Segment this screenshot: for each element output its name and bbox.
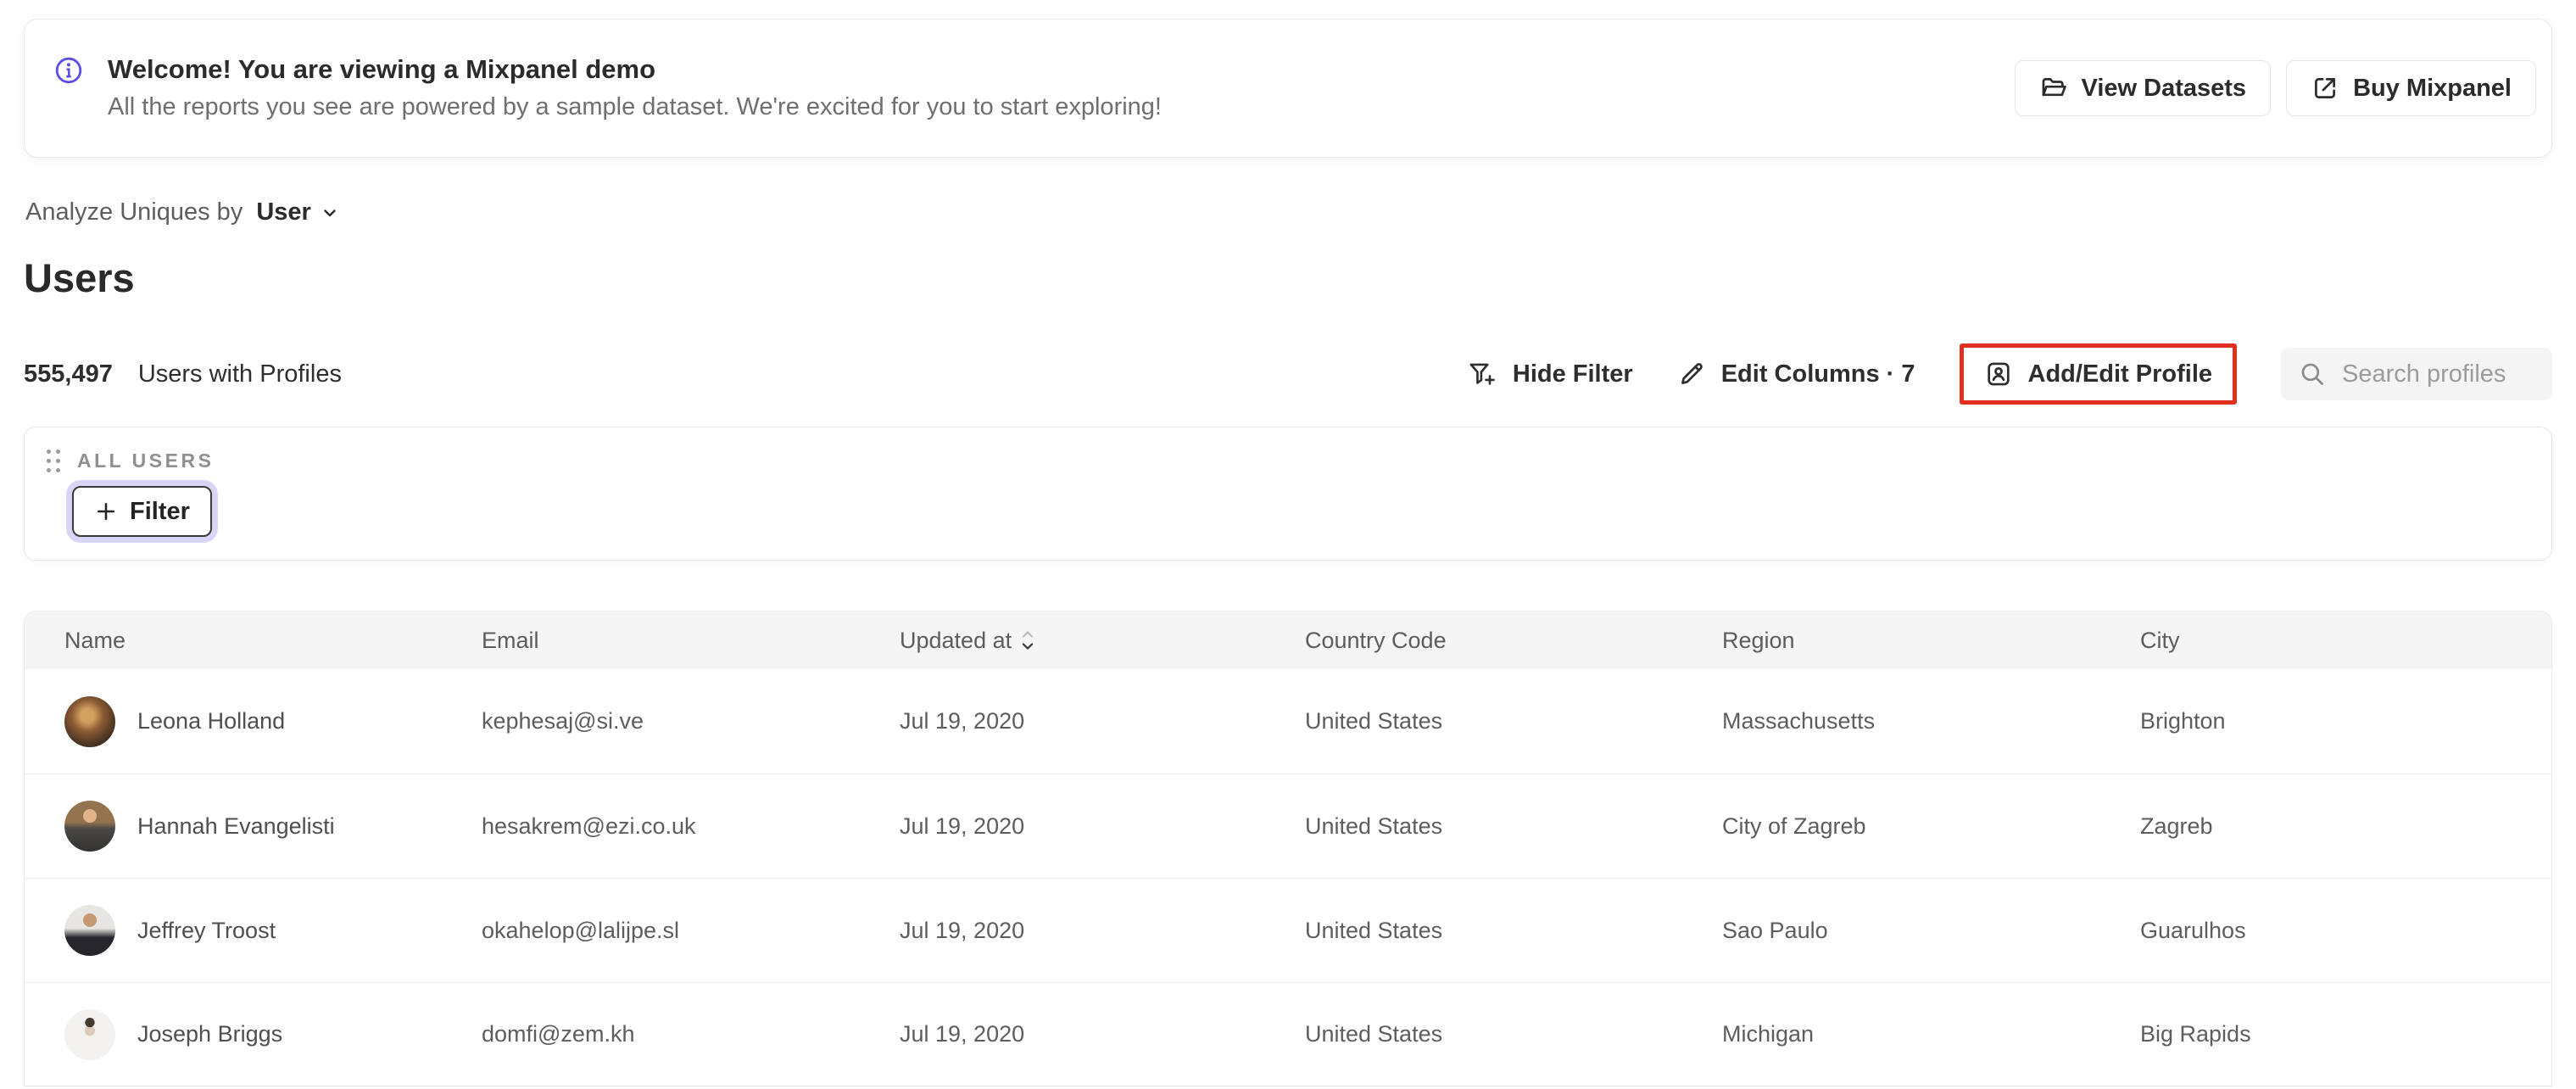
add-filter-button[interactable]: Filter	[72, 486, 212, 537]
avatar	[64, 905, 115, 956]
view-datasets-label: View Datasets	[2081, 74, 2247, 102]
search-profiles-box[interactable]	[2281, 348, 2552, 400]
user-country: United States	[1305, 708, 1443, 734]
avatar	[64, 695, 115, 747]
hide-filter-button[interactable]: Hide Filter	[1467, 360, 1633, 388]
stats-toolbar: 555,497 Users with Profiles Hide Filter	[24, 338, 2552, 410]
banner-text: Welcome! You are viewing a Mixpanel demo…	[108, 51, 1162, 126]
user-region: Massachusetts	[1722, 708, 1876, 734]
edit-columns-label: Edit Columns · 7	[1720, 360, 1915, 388]
table-row[interactable]: Leona Holland kephesaj@si.ve Jul 19, 202…	[25, 669, 2551, 773]
table-row[interactable]: Jeffrey Troost okahelop@lalijpe.sl Jul 1…	[25, 878, 2551, 982]
filter-panel: ALL USERS Filter	[24, 427, 2552, 561]
filter-funnel-icon	[1467, 360, 1497, 388]
avatar	[64, 801, 115, 852]
demo-banner: Welcome! You are viewing a Mixpanel demo…	[24, 19, 2552, 158]
add-edit-profile-label: Add/Edit Profile	[2027, 360, 2213, 388]
view-datasets-button[interactable]: View Datasets	[2014, 60, 2272, 116]
banner-subtitle: All the reports you see are powered by a…	[108, 93, 1162, 120]
user-country: United States	[1305, 1021, 1443, 1047]
user-email: kephesaj@si.ve	[482, 708, 644, 734]
column-header-country-code[interactable]: Country Code	[1305, 628, 1722, 654]
user-name: Leona Holland	[137, 708, 286, 734]
search-profiles-input[interactable]	[2342, 360, 2535, 388]
chevron-down-icon	[320, 203, 340, 223]
plus-icon	[94, 500, 118, 523]
column-header-region[interactable]: Region	[1722, 628, 2140, 654]
table-header: Name Email Updated at Country Code Regio…	[25, 612, 2551, 669]
user-count-label: Users with Profiles	[137, 360, 342, 388]
column-header-updated-at[interactable]: Updated at	[900, 628, 1305, 654]
banner-actions: View Datasets Buy Mixpanel	[2014, 60, 2536, 116]
drag-handle-icon[interactable]	[47, 450, 60, 472]
hide-filter-label: Hide Filter	[1512, 360, 1633, 388]
profile-stats: 555,497 Users with Profiles	[24, 360, 342, 388]
analyze-by-value: User	[256, 198, 311, 226]
user-region: Michigan	[1722, 1021, 1815, 1047]
column-header-email[interactable]: Email	[482, 628, 900, 654]
analyze-uniques-label: Analyze Uniques by	[25, 198, 243, 226]
user-count: 555,497	[24, 360, 113, 388]
search-icon	[2298, 360, 2327, 388]
user-updated-at: Jul 19, 2020	[900, 708, 1025, 734]
banner-title: Welcome! You are viewing a Mixpanel demo	[108, 54, 656, 84]
analyze-bar: Analyze Uniques by User	[25, 198, 340, 226]
user-name: Hannah Evangelisti	[137, 813, 335, 839]
column-header-name[interactable]: Name	[64, 628, 482, 654]
info-icon	[53, 55, 84, 86]
analyze-by-dropdown[interactable]: User	[256, 198, 340, 226]
user-city: Guarulhos	[2140, 917, 2246, 943]
pencil-icon	[1677, 360, 1706, 388]
page-title: Users	[24, 255, 135, 300]
folder-icon	[2039, 74, 2068, 103]
user-email: domfi@zem.kh	[482, 1021, 635, 1047]
user-email: hesakrem@ezi.co.uk	[482, 813, 696, 839]
table-body: Leona Holland kephesaj@si.ve Jul 19, 202…	[25, 669, 2551, 1086]
user-city: Zagreb	[2140, 813, 2213, 839]
toolbar: Hide Filter Edit Columns · 7 Add/Edit Pr…	[1467, 343, 2552, 405]
users-page: Welcome! You are viewing a Mixpanel demo…	[0, 0, 2576, 1089]
user-country: United States	[1305, 917, 1443, 943]
user-city: Brighton	[2140, 708, 2226, 734]
user-name: Joseph Briggs	[137, 1021, 283, 1047]
user-updated-at: Jul 19, 2020	[900, 813, 1025, 839]
user-region: City of Zagreb	[1722, 813, 1866, 839]
buy-mixpanel-button[interactable]: Buy Mixpanel	[2286, 60, 2536, 116]
external-link-icon	[2311, 74, 2339, 103]
filter-group-label: ALL USERS	[77, 450, 215, 472]
add-edit-profile-button[interactable]: Add/Edit Profile	[1984, 360, 2213, 388]
users-table: Name Email Updated at Country Code Regio…	[24, 611, 2552, 1086]
annotation-highlight: Add/Edit Profile	[1959, 343, 2237, 405]
column-header-city[interactable]: City	[2140, 628, 2551, 654]
user-email: okahelop@lalijpe.sl	[482, 917, 680, 943]
user-updated-at: Jul 19, 2020	[900, 1021, 1025, 1047]
table-row[interactable]: Joseph Briggs domfi@zem.kh Jul 19, 2020 …	[25, 982, 2551, 1086]
user-city: Big Rapids	[2140, 1021, 2251, 1047]
add-filter-label: Filter	[130, 497, 190, 525]
user-updated-at: Jul 19, 2020	[900, 917, 1025, 943]
profile-card-icon	[1984, 360, 2013, 388]
avatar	[64, 1008, 115, 1060]
table-row[interactable]: Hannah Evangelisti hesakrem@ezi.co.uk Ju…	[25, 773, 2551, 878]
buy-mixpanel-label: Buy Mixpanel	[2353, 74, 2512, 102]
edit-columns-button[interactable]: Edit Columns · 7	[1677, 360, 1915, 388]
user-country: United States	[1305, 813, 1443, 839]
user-name: Jeffrey Troost	[137, 917, 276, 943]
user-region: Sao Paulo	[1722, 917, 1828, 943]
sort-icon	[1020, 628, 1035, 653]
